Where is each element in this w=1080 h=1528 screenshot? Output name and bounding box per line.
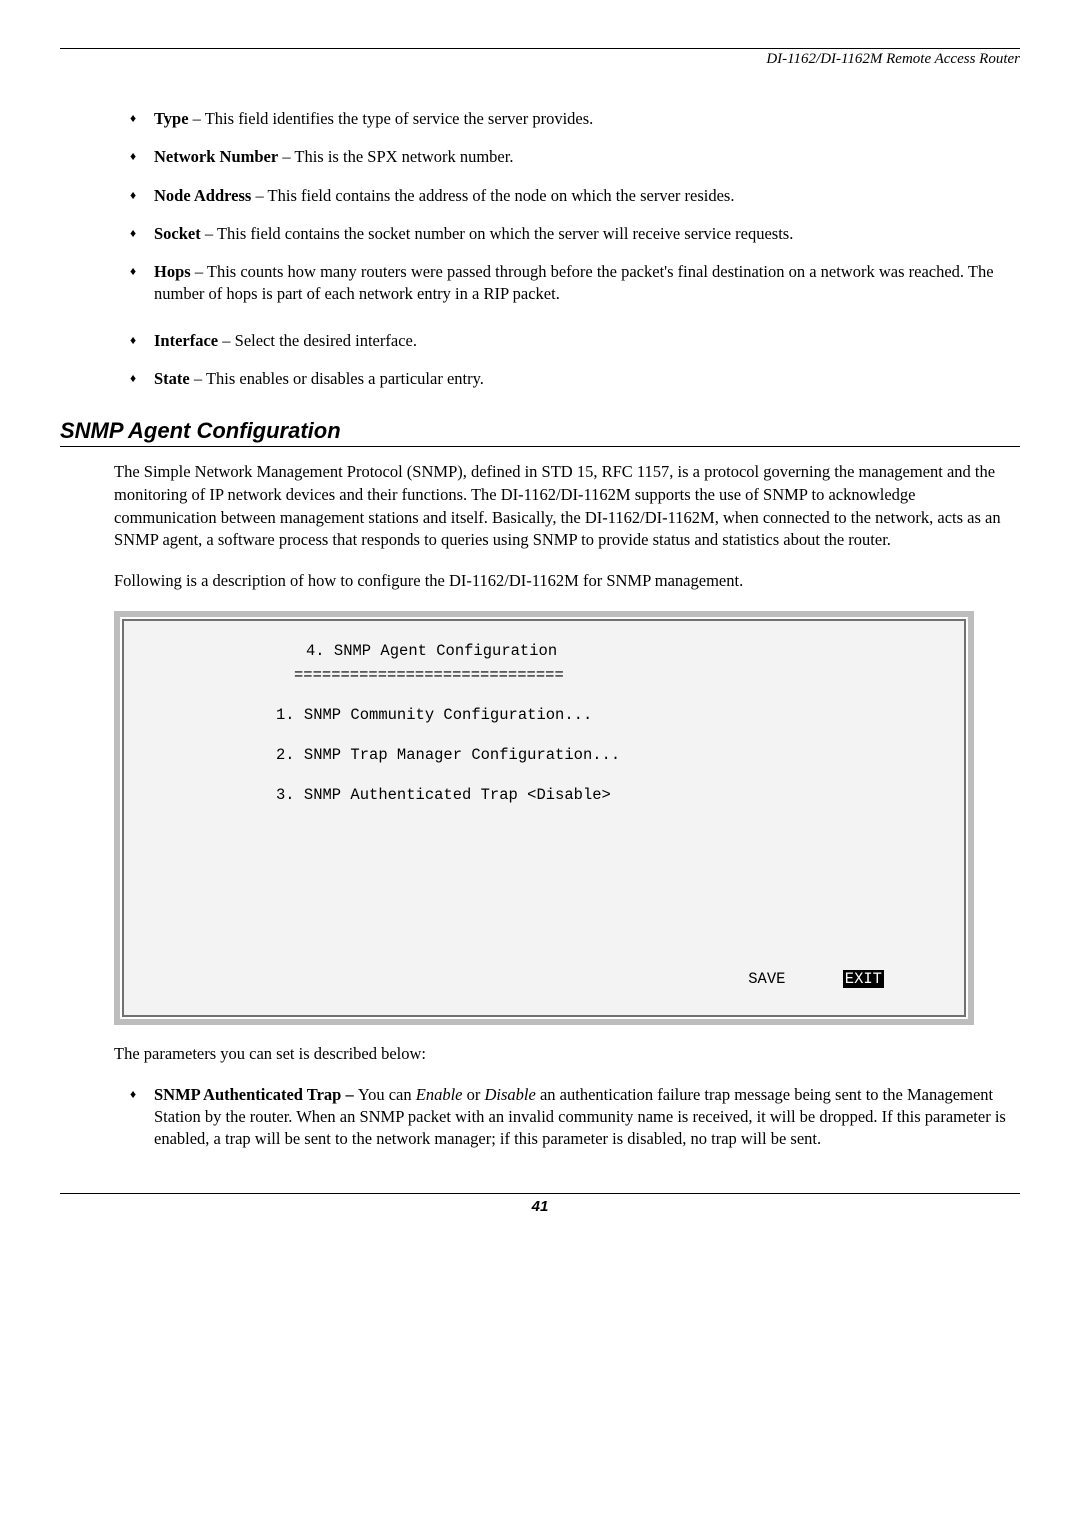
term-desc: – This field identifies the type of serv… xyxy=(189,109,594,128)
text-fragment: You can xyxy=(358,1085,416,1104)
list-item: Network Number – This is the SPX network… xyxy=(130,146,1020,168)
term-desc: – This enables or disables a particular … xyxy=(190,369,484,388)
term-desc: – Select the desired interface. xyxy=(218,331,417,350)
list-item: Hops – This counts how many routers were… xyxy=(130,261,1020,306)
italic-value: Disable xyxy=(485,1085,536,1104)
term-label: Interface xyxy=(154,331,218,350)
terminal-underline: ============================= xyxy=(294,663,942,687)
definition-list-top: Type – This field identifies the type of… xyxy=(130,108,1020,390)
header-doc-title: DI-1162/DI-1162M Remote Access Router xyxy=(60,51,1020,68)
body-paragraph: Following is a description of how to con… xyxy=(114,570,1020,593)
list-item: State – This enables or disables a parti… xyxy=(130,368,1020,390)
term-desc: – This field contains the socket number … xyxy=(201,224,794,243)
term-label: Hops xyxy=(154,262,191,281)
list-item: Interface – Select the desired interface… xyxy=(130,330,1020,352)
body-paragraph: The parameters you can set is described … xyxy=(114,1043,1020,1066)
terminal-action-bar: SAVE EXIT xyxy=(748,967,884,991)
terminal-frame: 4. SNMP Agent Configuration ============… xyxy=(114,611,974,1025)
definition-list-bottom: SNMP Authenticated Trap – You can Enable… xyxy=(130,1084,1020,1151)
terminal-menu-item[interactable]: 3. SNMP Authenticated Trap <Disable> xyxy=(276,783,942,807)
list-item: Type – This field identifies the type of… xyxy=(130,108,1020,130)
term-label: State xyxy=(154,369,190,388)
list-item: SNMP Authenticated Trap – You can Enable… xyxy=(130,1084,1020,1151)
header-rule xyxy=(60,48,1020,49)
term-label: Type xyxy=(154,109,189,128)
term-desc: – This counts how many routers were pass… xyxy=(154,262,994,303)
term-label: Network Number xyxy=(154,147,278,166)
list-item: Socket – This field contains the socket … xyxy=(130,223,1020,245)
terminal-screen: 4. SNMP Agent Configuration ============… xyxy=(122,619,966,1017)
body-paragraph: The Simple Network Management Protocol (… xyxy=(114,461,1020,552)
term-label: SNMP Authenticated Trap – xyxy=(154,1085,358,1104)
list-item: Node Address – This field contains the a… xyxy=(130,185,1020,207)
terminal-menu-item[interactable]: 2. SNMP Trap Manager Configuration... xyxy=(276,743,942,767)
term-desc: – This field contains the address of the… xyxy=(251,186,734,205)
page-container: DI-1162/DI-1162M Remote Access Router Ty… xyxy=(0,0,1080,1239)
footer-rule xyxy=(60,1193,1020,1194)
section-heading: SNMP Agent Configuration xyxy=(60,418,1020,444)
terminal-title: 4. SNMP Agent Configuration xyxy=(306,639,942,663)
page-number: 41 xyxy=(60,1198,1020,1215)
term-label: Socket xyxy=(154,224,201,243)
text-fragment: or xyxy=(463,1085,485,1104)
terminal-menu-item[interactable]: 1. SNMP Community Configuration... xyxy=(276,703,942,727)
term-label: Node Address xyxy=(154,186,251,205)
term-desc: – This is the SPX network number. xyxy=(278,147,513,166)
italic-value: Enable xyxy=(416,1085,463,1104)
save-button[interactable]: SAVE xyxy=(748,970,785,988)
exit-button[interactable]: EXIT xyxy=(843,970,884,988)
section-rule xyxy=(60,446,1020,447)
